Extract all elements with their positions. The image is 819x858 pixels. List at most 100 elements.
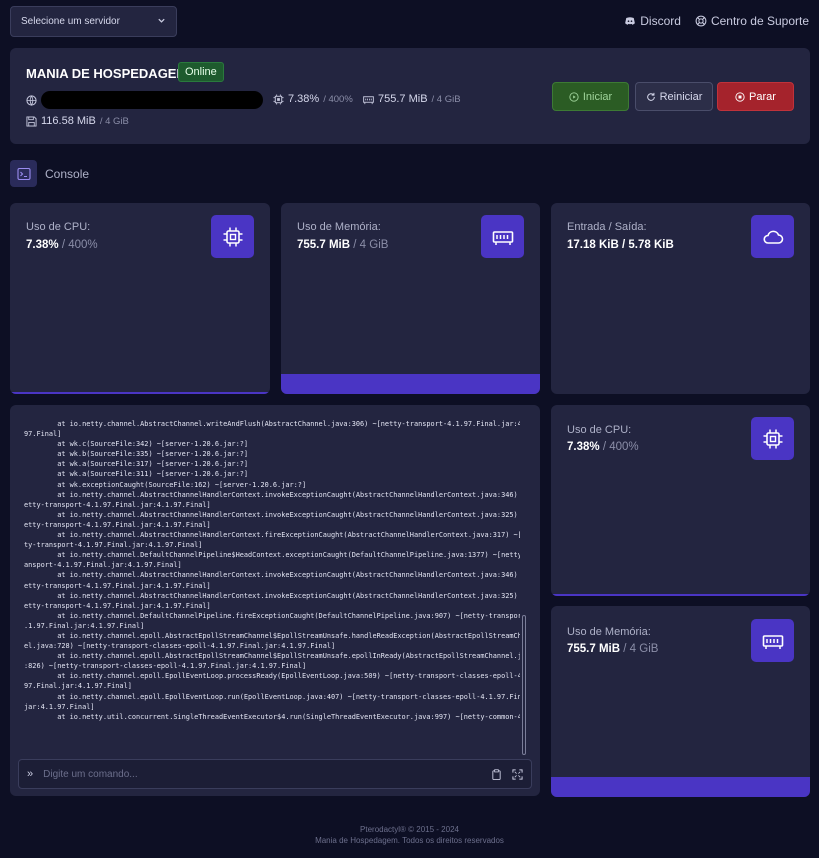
- discord-icon: [625, 17, 636, 25]
- start-label: Iniciar: [582, 90, 613, 103]
- console-line: etty-transport-4.1.97.Final.jar:4.1.97.F…: [24, 520, 211, 529]
- header-memory-stat: 755.7 MiB / 4 GiB: [363, 93, 461, 105]
- clipboard-icon[interactable]: [491, 768, 502, 780]
- support-label: Centro de Suporte: [710, 14, 809, 28]
- discord-link[interactable]: Discord: [624, 14, 681, 28]
- top-links: Discord Centro de Suporte: [624, 14, 809, 28]
- stop-icon: [735, 91, 745, 102]
- network-stat-value: 17.18 KiB / 5.78 KiB: [567, 239, 674, 251]
- console-line: at wk.exceptionCaught(SourceFile:162) ~[…: [24, 480, 307, 489]
- cpu-stat-card: Uso de CPU: 7.38% / 400%: [10, 203, 270, 394]
- console-input-bar: » Digite um comando...: [18, 759, 532, 789]
- memory-stat-limit: / 4 GiB: [353, 239, 389, 251]
- console-panel: at io.netty.channel.AbstractChannel.writ…: [10, 405, 540, 796]
- cpu-chip-icon: [273, 93, 284, 105]
- console-line: etty-transport-4.1.97.Final.jar:4.1.97.F…: [24, 500, 211, 509]
- header-disk-limit: / 4 GiB: [99, 115, 129, 127]
- start-button[interactable]: Iniciar: [552, 82, 629, 111]
- memory-icon: [751, 619, 794, 662]
- save-icon: [26, 115, 37, 127]
- command-input[interactable]: Digite um comando...: [43, 769, 138, 780]
- console-line: ty-transport-4.1.97.Final.jar:4.1.97.Fin…: [24, 541, 203, 550]
- console-line: at wk.c(SourceFile:342) ~[server-1.20.6.…: [24, 440, 249, 449]
- cpu-chip-icon: [751, 417, 794, 460]
- header-disk-stat: 116.58 MiB / 4 GiB: [26, 115, 129, 127]
- globe-icon: [26, 94, 37, 106]
- console-line: at io.netty.channel.AbstractChannelHandl…: [24, 591, 520, 600]
- console-line: at io.netty.channel.epoll.AbstractEpollS…: [24, 631, 520, 640]
- server-name: MANIA DE HOSPEDAGEM: [26, 66, 188, 81]
- side-memory-stat-limit: / 4 GiB: [623, 643, 659, 655]
- console-line: jar:4.1.97.Final]: [24, 702, 95, 711]
- console-line: at wk.b(SourceFile:335) ~[server-1.20.6.…: [24, 450, 249, 459]
- cpu-stat-value: 7.38% / 400%: [26, 239, 98, 251]
- cpu-usage-bar: [10, 392, 270, 394]
- cpu-chip-icon: [211, 215, 254, 258]
- console-line: at wk.a(SourceFile:317) ~[server-1.20.6.…: [24, 460, 249, 469]
- console-line: at io.netty.channel.AbstractChannelHandl…: [24, 490, 520, 499]
- server-header-card: MANIA DE HOSPEDAGEM Online 7.38% / 400% …: [10, 48, 810, 144]
- play-icon: [569, 91, 579, 102]
- side-cpu-stat-number: 7.38%: [567, 441, 600, 453]
- memory-stat-number: 755.7 MiB: [297, 239, 351, 251]
- redacted-address: [41, 91, 263, 109]
- memory-stat-card: Uso de Memória: 755.7 MiB / 4 GiB: [281, 203, 540, 394]
- memory-icon: [363, 95, 374, 104]
- console-line: at io.netty.channel.AbstractChannelHandl…: [24, 531, 520, 540]
- console-line: ansport-4.1.97.Final.jar:4.1.97.Final]: [24, 561, 182, 570]
- terminal-icon: [10, 160, 37, 187]
- side-memory-stat-value: 755.7 MiB / 4 GiB: [567, 643, 658, 655]
- side-cpu-stat-card: Uso de CPU: 7.38% / 400%: [551, 405, 810, 596]
- console-line: at io.netty.channel.AbstractChannel.writ…: [24, 420, 520, 428]
- console-output: at io.netty.channel.AbstractChannel.writ…: [24, 419, 520, 749]
- console-scrollbar[interactable]: [522, 615, 526, 755]
- memory-stat-label: Uso de Memória:: [297, 221, 381, 233]
- console-line: etty-transport-4.1.97.Final.jar:4.1.97.F…: [24, 601, 211, 610]
- fullscreen-icon[interactable]: [512, 768, 523, 780]
- network-stat-label: Entrada / Saída:: [567, 221, 647, 233]
- side-cpu-stat-limit: / 400%: [602, 441, 639, 453]
- console-line: :826) ~[netty-transport-classes-epoll-4.…: [24, 662, 307, 671]
- side-memory-usage-bar: [551, 777, 810, 797]
- footer-rights: Mania de Hospedagem. Todos os direitos r…: [315, 836, 504, 845]
- header-cpu-limit: / 400%: [323, 93, 353, 105]
- stop-button[interactable]: Parar: [717, 82, 794, 111]
- console-line: at io.netty.channel.epoll.EpollEventLoop…: [24, 672, 520, 681]
- cpu-stat-number: 7.38%: [26, 239, 59, 251]
- network-stat-card: Entrada / Saída: 17.18 KiB / 5.78 KiB: [551, 203, 810, 394]
- restart-label: Reiniciar: [659, 90, 703, 103]
- console-line: at io.netty.channel.DefaultChannelPipeli…: [24, 551, 520, 560]
- console-line: at io.netty.channel.AbstractChannelHandl…: [24, 571, 520, 580]
- side-memory-stat-number: 755.7 MiB: [567, 643, 621, 655]
- console-line: etty-transport-4.1.97.Final.jar:4.1.97.F…: [24, 581, 211, 590]
- status-badge: Online: [178, 62, 224, 82]
- side-memory-stat-label: Uso de Memória:: [567, 626, 651, 638]
- header-disk-value: 116.58 MiB: [41, 115, 96, 127]
- console-line: at io.netty.channel.epoll.EpollEventLoop…: [24, 692, 520, 701]
- header-memory-value: 755.7 MiB: [378, 93, 428, 105]
- header-cpu-stat: 7.38% / 400%: [273, 93, 353, 105]
- cloud-icon: [751, 215, 794, 258]
- footer-copyright: Pterodactyl® © 2015 - 2024: [360, 825, 459, 834]
- memory-stat-value: 755.7 MiB / 4 GiB: [297, 239, 388, 251]
- side-memory-stat-card: Uso de Memória: 755.7 MiB / 4 GiB: [551, 606, 810, 797]
- console-line: at io.netty.channel.epoll.AbstractEpollS…: [24, 652, 520, 661]
- console-section-title: Console: [45, 167, 90, 181]
- console-line: .1.97.Final.jar:4.1.97.Final]: [24, 621, 145, 630]
- cpu-stat-limit: / 400%: [61, 239, 98, 251]
- side-cpu-stat-value: 7.38% / 400%: [567, 441, 639, 453]
- restart-button[interactable]: Reiniciar: [635, 82, 713, 111]
- server-select-label: Selecione um servidor: [21, 16, 120, 27]
- console-line: at io.netty.channel.AbstractChannelHandl…: [24, 510, 520, 519]
- support-link[interactable]: Centro de Suporte: [695, 14, 809, 28]
- side-cpu-stat-label: Uso de CPU:: [567, 424, 632, 436]
- console-line: 97.Final.jar:4.1.97.Final]: [24, 682, 132, 691]
- console-line: at wk.a(SourceFile:311) ~[server-1.20.6.…: [24, 470, 249, 479]
- console-line: at io.netty.util.concurrent.SingleThread…: [24, 712, 520, 721]
- server-select[interactable]: Selecione um servidor: [10, 6, 177, 37]
- console-line: el.java:728) ~[netty-transport-classes-e…: [24, 642, 336, 651]
- header-memory-limit: / 4 GiB: [431, 93, 461, 105]
- stop-label: Parar: [749, 90, 776, 103]
- side-cpu-usage-bar: [551, 594, 810, 596]
- console-line: at io.netty.channel.DefaultChannelPipeli…: [24, 611, 520, 620]
